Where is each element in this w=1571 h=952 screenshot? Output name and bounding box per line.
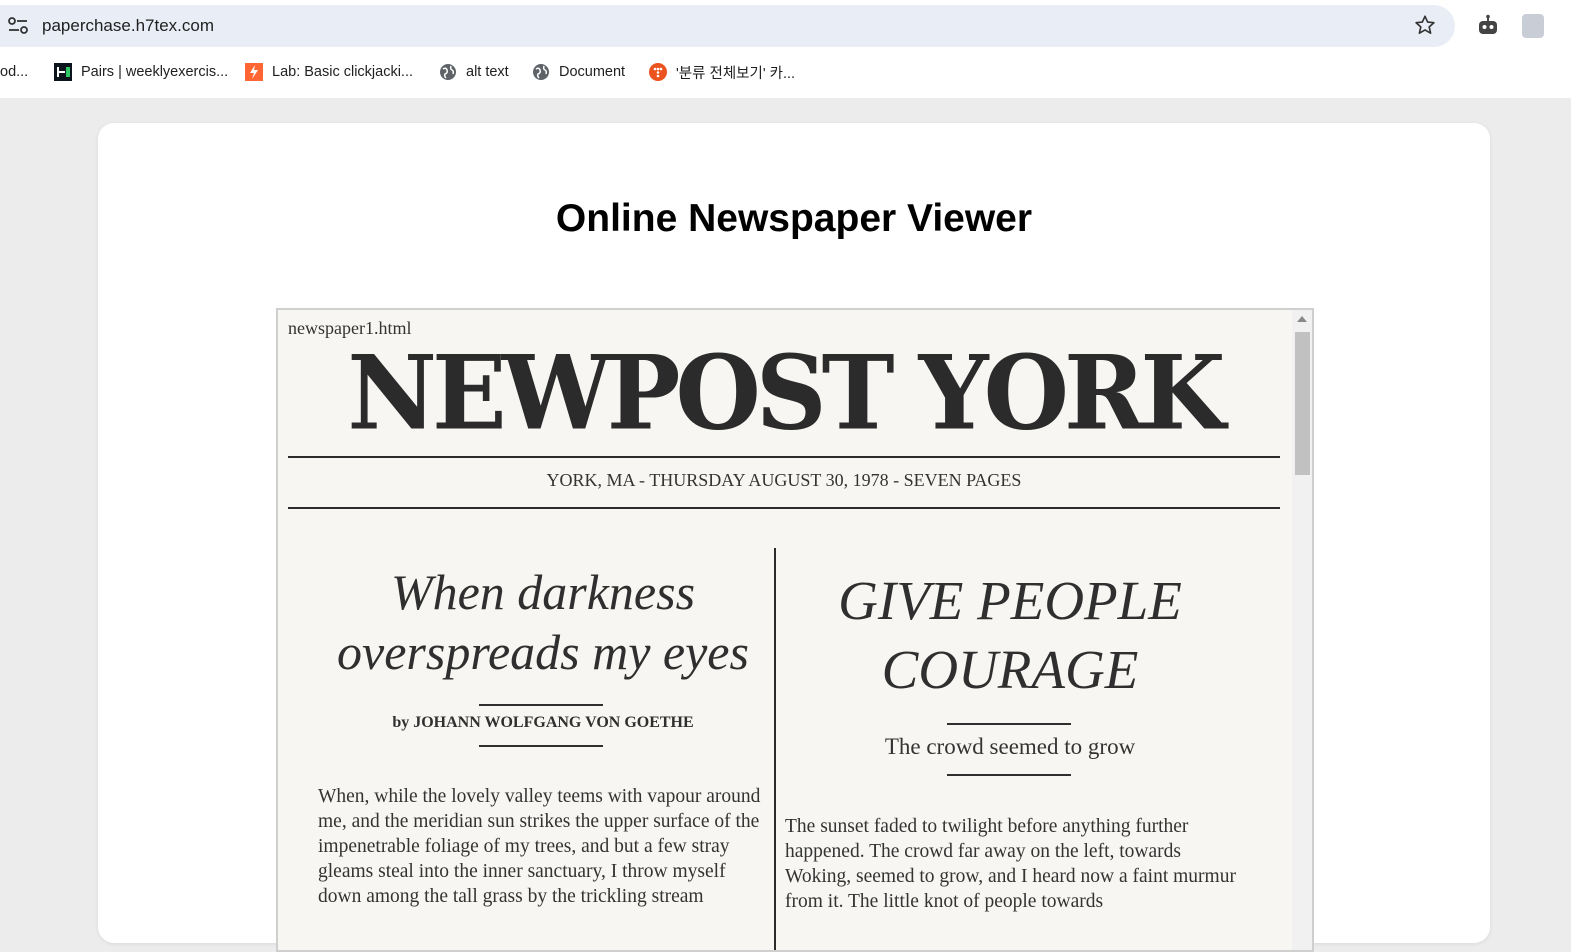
- masthead-rule-top: [288, 456, 1280, 458]
- masthead-rule-bottom: [288, 507, 1280, 509]
- headline-line: When darkness: [390, 564, 696, 620]
- subhead-rule-bottom: [947, 774, 1071, 776]
- byline-rule-top: [479, 704, 603, 706]
- bookmark-label: '분류 전체보기' 카...: [676, 65, 796, 82]
- profile-avatar[interactable]: [1522, 14, 1544, 38]
- iframe-scrollbar[interactable]: [1292, 310, 1312, 950]
- browser-chrome: paperchase.h7tex.com od... Pairs | weekl…: [0, 0, 1571, 98]
- bookmark-label: Document: [559, 64, 626, 80]
- headline-line: COURAGE: [881, 639, 1139, 700]
- bookmark-label: Lab: Basic clickjacki...: [272, 64, 414, 80]
- article1-byline: by JOHANN WOLFGANG VON GOETHE: [392, 714, 694, 731]
- hackerrank-icon: [54, 63, 72, 81]
- site-info-icon[interactable]: [8, 17, 28, 35]
- scroll-up-arrow-icon[interactable]: [1297, 316, 1307, 322]
- bookmark-label: alt text: [466, 64, 509, 80]
- bookmark-label: od...: [0, 64, 29, 80]
- headline-line: GIVE PEOPLE: [838, 570, 1182, 631]
- headline-line: overspreads my eyes: [337, 624, 749, 680]
- portswigger-icon: [245, 63, 263, 81]
- url-text[interactable]: paperchase.h7tex.com: [42, 16, 214, 36]
- extension-robot-icon[interactable]: [1476, 14, 1500, 38]
- tistory-icon: [649, 63, 667, 81]
- newspaper-page: newspaper1.html NEWPOST YORK YORK, MA - …: [278, 310, 1290, 950]
- bookmark-item[interactable]: od...: [0, 58, 28, 86]
- address-bar[interactable]: paperchase.h7tex.com: [0, 5, 1455, 47]
- article1-headline: When darkness overspreads my eyes: [298, 562, 788, 682]
- byline-rule-bottom: [479, 745, 603, 747]
- newspaper-masthead: NEWPOST YORK: [347, 333, 1225, 454]
- bookmark-item[interactable]: Pairs | weeklyexercis...: [54, 58, 228, 86]
- bookmark-item[interactable]: '분류 전체보기' 카...: [649, 58, 795, 86]
- page-title: Online Newspaper Viewer: [555, 197, 1033, 240]
- globe-icon: [440, 64, 456, 80]
- scroll-thumb[interactable]: [1295, 332, 1310, 475]
- article2-subhead: The crowd seemed to grow: [884, 734, 1136, 759]
- newspaper-dateline: YORK, MA - THURSDAY AUGUST 30, 1978 - SE…: [546, 470, 1022, 490]
- bookmark-item[interactable]: Document: [532, 58, 625, 86]
- bookmarks-bar: od... Pairs | weeklyexercis... Lab: Basi…: [0, 58, 1571, 86]
- globe-icon: [533, 64, 549, 80]
- article1-body: When, while the lovely valley teems with…: [318, 786, 761, 907]
- newspaper-iframe[interactable]: newspaper1.html NEWPOST YORK YORK, MA - …: [276, 308, 1314, 952]
- bookmark-star-icon[interactable]: [1414, 14, 1436, 36]
- article2-headline: GIVE PEOPLE COURAGE: [778, 566, 1242, 704]
- bookmark-item[interactable]: Lab: Basic clickjacki...: [245, 58, 413, 86]
- article2-body: The sunset faded to twilight before anyt…: [785, 816, 1236, 912]
- subhead-rule-top: [947, 723, 1071, 725]
- bookmark-label: Pairs | weeklyexercis...: [81, 64, 229, 80]
- bookmark-item[interactable]: alt text: [439, 58, 509, 86]
